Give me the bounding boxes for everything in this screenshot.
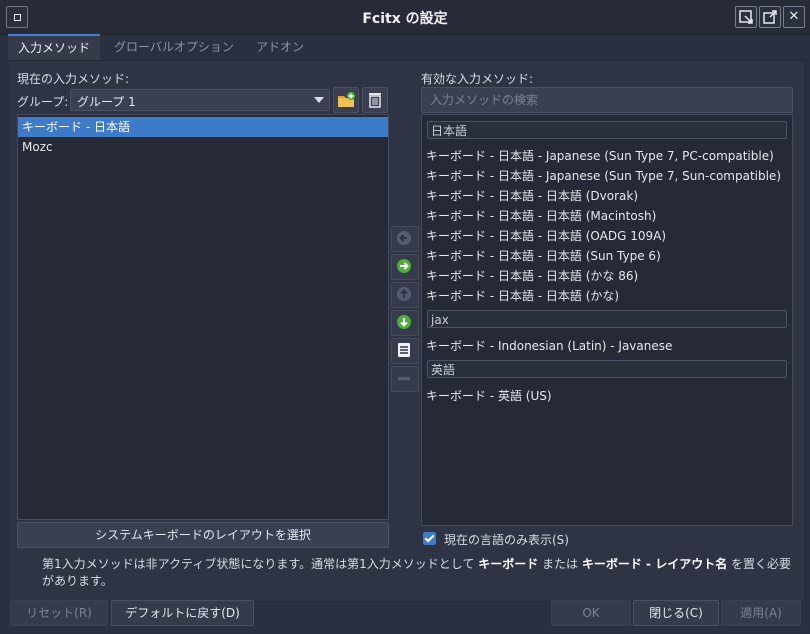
apply-button[interactable]: 適用(A) — [721, 600, 801, 626]
close-icon: ✕ — [788, 9, 800, 24]
ok-button[interactable]: OK — [551, 600, 631, 626]
search-field[interactable] — [421, 87, 793, 113]
list-item[interactable]: キーボード - 日本語 - Japanese (Sun Type 7, PC-c… — [426, 146, 774, 166]
list-item[interactable]: キーボード - 日本語 - 日本語 (Sun Type 6) — [426, 246, 661, 266]
current-im-title: 現在の入力メソッド: — [17, 72, 130, 86]
list-item[interactable]: キーボード - 日本語 - 日本語 (かな) — [426, 286, 619, 306]
list-item[interactable]: キーボード - 日本語 - Japanese (Sun Type 7, Sun-… — [426, 166, 781, 186]
restore-defaults-button[interactable]: デフォルトに戻す(D) — [111, 600, 254, 626]
list-item[interactable]: キーボード - 日本語 - 日本語 (Macintosh) — [426, 206, 656, 226]
resize-button[interactable] — [735, 6, 757, 28]
available-im-title: 有効な入力メソッド: — [421, 72, 534, 86]
move-up-button[interactable] — [391, 282, 419, 308]
folder-add-icon — [338, 92, 355, 107]
arrow-left-icon — [397, 231, 411, 245]
hint-part1: 第1入力メソッドは非アクティブ状態になります。通常は第1入力メソッドとして — [42, 557, 479, 571]
title-bar: Fcitx の設定 ✕ — [0, 0, 810, 35]
close-button[interactable]: ✕ — [783, 6, 805, 28]
hint-text: 第1入力メソッドは非アクティブ状態になります。通常は第1入力メソッドとして キー… — [42, 556, 792, 590]
tab-input-methods[interactable]: 入力メソッド — [8, 34, 101, 60]
list-item[interactable]: キーボード - 日本語 - 日本語 (OADG 109A) — [426, 226, 666, 246]
configure-button[interactable] — [391, 338, 419, 364]
hint-part2: または — [538, 557, 582, 571]
move-left-button[interactable] — [391, 226, 419, 252]
group-select[interactable]: グループ 1 — [70, 89, 330, 111]
trash-icon — [369, 93, 381, 108]
config-icon — [398, 343, 410, 357]
list-item[interactable]: キーボード - 日本語 — [18, 117, 388, 137]
hint-bold2: キーボード - レイアウト名 — [581, 557, 728, 571]
search-input[interactable] — [422, 88, 792, 112]
list-item[interactable]: キーボード - 英語 (US) — [426, 386, 552, 406]
tab-global-options[interactable]: グローバルオプション — [104, 34, 244, 60]
group-select-value: グループ 1 — [77, 95, 136, 109]
external-icon — [763, 10, 777, 24]
arrow-down-icon — [397, 315, 411, 329]
group-header: jax — [427, 310, 787, 328]
select-keyboard-layout-button[interactable]: システムキーボードのレイアウトを選択 — [17, 522, 389, 548]
list-item[interactable]: キーボード - 日本語 - 日本語 (Dvorak) — [426, 186, 638, 206]
window-title: Fcitx の設定 — [362, 11, 448, 27]
arrow-up-icon — [397, 287, 411, 301]
delete-group-button[interactable] — [362, 87, 388, 113]
available-im-list[interactable]: 日本語 キーボード - 日本語 - Japanese (Sun Type 7, … — [421, 114, 793, 526]
minus-icon — [398, 377, 410, 380]
open-external-button[interactable] — [759, 6, 781, 28]
current-language-only-checkbox[interactable] — [423, 532, 436, 545]
group-header: 日本語 — [427, 121, 787, 139]
hint-bold1: キーボード — [478, 557, 539, 571]
reset-button[interactable]: リセット(R) — [10, 600, 108, 626]
list-item[interactable]: キーボード - Indonesian (Latin) - Javanese — [426, 336, 672, 356]
chevron-down-icon — [314, 97, 324, 103]
add-group-button[interactable] — [333, 87, 359, 113]
list-item[interactable]: キーボード - 日本語 - 日本語 (かな 86) — [426, 266, 638, 286]
group-header: 英語 — [427, 360, 787, 378]
move-down-button[interactable] — [391, 310, 419, 336]
tab-addons[interactable]: アドオン — [246, 34, 314, 60]
resize-icon — [739, 10, 753, 24]
group-label: グループ: — [17, 95, 69, 109]
checkbox-label: 現在の言語のみ表示(S) — [444, 533, 569, 547]
list-item[interactable]: Mozc — [18, 137, 388, 157]
arrow-right-icon — [397, 259, 411, 273]
remove-button[interactable] — [391, 366, 419, 392]
move-right-button[interactable] — [391, 254, 419, 280]
current-im-list[interactable]: キーボード - 日本語 Mozc — [17, 114, 389, 520]
close-dialog-button[interactable]: 閉じる(C) — [633, 600, 719, 626]
